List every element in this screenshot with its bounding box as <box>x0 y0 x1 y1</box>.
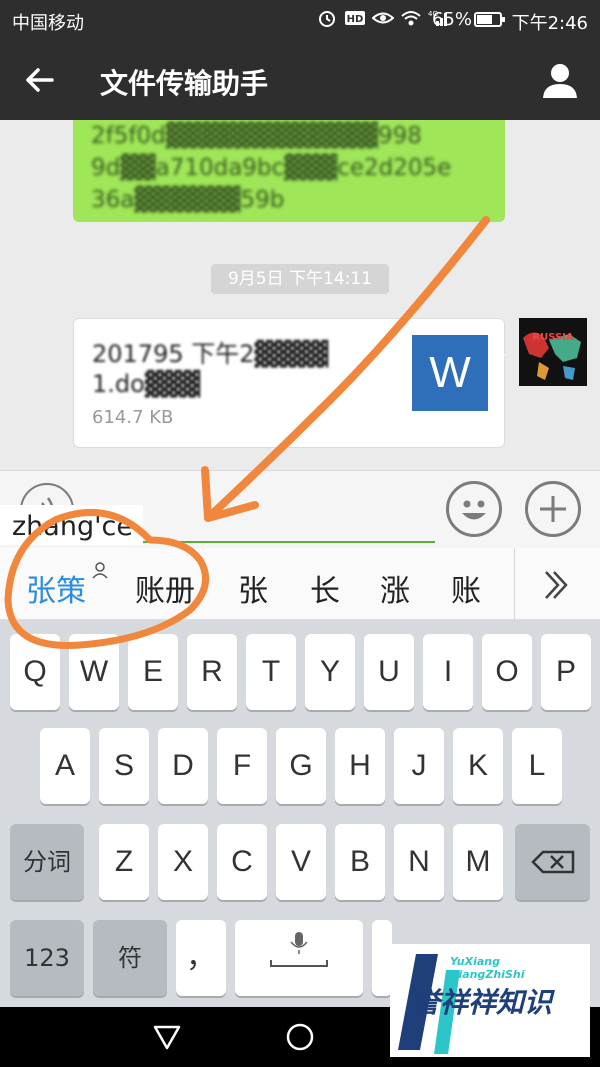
svg-text:RUSSIA: RUSSIA <box>532 332 573 343</box>
svg-text:HD: HD <box>347 14 364 25</box>
key-d[interactable]: D <box>158 728 208 804</box>
file-size: 614.7 KB <box>92 407 174 428</box>
contact-icon <box>92 562 108 579</box>
key-t[interactable]: T <box>246 634 296 710</box>
period-key[interactable] <box>372 920 392 996</box>
input-bar: zhang'ce <box>0 470 600 548</box>
status-icons: HD 4G <box>316 8 450 28</box>
home-circle-icon[interactable] <box>286 1023 314 1051</box>
plus-icon <box>540 496 566 522</box>
candidate-3[interactable]: 张 <box>238 566 268 610</box>
profile-icon[interactable] <box>540 60 580 100</box>
space-key[interactable] <box>235 920 363 996</box>
candidate-4[interactable]: 长 <box>310 566 340 610</box>
wifi-icon <box>401 11 421 26</box>
key-p[interactable]: P <box>541 634 591 710</box>
key-o[interactable]: O <box>482 634 532 710</box>
symbols-key[interactable]: 符 <box>93 920 167 996</box>
title-bar: 文件传输助手 <box>0 40 600 120</box>
more-button[interactable] <box>525 481 581 537</box>
word-file-icon: W <box>412 335 488 411</box>
backspace-icon <box>531 850 575 874</box>
fenci-key[interactable]: 分词 <box>10 824 84 900</box>
key-l[interactable]: L <box>512 728 562 804</box>
key-v[interactable]: V <box>276 824 326 900</box>
key-h[interactable]: H <box>335 728 385 804</box>
svg-text:誉祥祥知识: 誉祥祥知识 <box>412 986 555 1019</box>
file-name-line: 201795 下午2▓▓▓▓ <box>92 340 329 368</box>
clock: 下午2:46 <box>511 13 588 34</box>
battery-icon <box>474 12 505 27</box>
numbers-key[interactable]: 123 <box>10 920 84 996</box>
key-e[interactable]: E <box>128 634 178 710</box>
key-s[interactable]: S <box>99 728 149 804</box>
world-map-icon: RUSSIA <box>519 318 587 386</box>
key-x[interactable]: X <box>158 824 208 900</box>
file-name-line: 1.do▓▓▓ <box>92 370 201 398</box>
divider <box>514 548 515 620</box>
avatar[interactable]: RUSSIA <box>519 318 587 386</box>
message-line: 2f5f0d▓▓▓▓▓▓▓▓▓▓▓▓998 <box>91 123 422 149</box>
key-m[interactable]: M <box>453 824 503 900</box>
file-message-card[interactable]: 201795 下午2▓▓▓▓ 1.do▓▓▓ 614.7 KB W <box>73 318 505 448</box>
key-g[interactable]: G <box>276 728 326 804</box>
key-r[interactable]: R <box>187 634 237 710</box>
key-w[interactable]: W <box>69 634 119 710</box>
key-c[interactable]: C <box>217 824 267 900</box>
file-name: 201795 下午2▓▓▓▓ 1.do▓▓▓ <box>92 339 332 399</box>
key-j[interactable]: J <box>394 728 444 804</box>
carrier-label: 中国移动 <box>12 13 84 34</box>
watermark-graphic: YuXiang XiangZhiShi 誉祥祥知识 <box>390 944 590 1057</box>
chat-area[interactable]: 2f5f0d▓▓▓▓▓▓▓▓▓▓▓▓998 9d▓▓a710da9bc▓▓▓ce… <box>0 120 600 470</box>
chat-title: 文件传输助手 <box>100 67 269 100</box>
svg-text:YuXiang: YuXiang <box>450 955 500 968</box>
smiley-icon <box>462 500 486 520</box>
expand-candidates-icon[interactable] <box>540 568 570 602</box>
message-line: 9d▓▓a710da9bc▓▓▓ce2d205e <box>91 155 452 181</box>
key-f[interactable]: F <box>217 728 267 804</box>
back-arrow-icon[interactable] <box>22 62 58 98</box>
candidate-6[interactable]: 账 <box>451 566 481 610</box>
key-q[interactable]: Q <box>10 634 60 710</box>
candidate-5[interactable]: 涨 <box>380 566 410 610</box>
sent-message-bubble[interactable]: 2f5f0d▓▓▓▓▓▓▓▓▓▓▓▓998 9d▓▓a710da9bc▓▓▓ce… <box>73 120 505 222</box>
eye-icon <box>372 12 394 24</box>
key-k[interactable]: K <box>453 728 503 804</box>
svg-text:XiangZhiShi: XiangZhiShi <box>449 968 525 981</box>
back-triangle-icon[interactable] <box>152 1023 182 1051</box>
key-u[interactable]: U <box>364 634 414 710</box>
candidate-1[interactable]: 张策 <box>26 566 86 610</box>
candidate-2[interactable]: 账册 <box>135 566 195 610</box>
key-i[interactable]: I <box>423 634 473 710</box>
comma-key[interactable]: ， <box>176 920 226 996</box>
key-z[interactable]: Z <box>99 824 149 900</box>
watermark-logo: YuXiang XiangZhiShi 誉祥祥知识 <box>390 944 590 1057</box>
ime-candidate-bar: 张策 账册 张 长 涨 账 <box>0 548 600 620</box>
emoji-button[interactable] <box>446 481 502 537</box>
key-n[interactable]: N <box>394 824 444 900</box>
key-a[interactable]: A <box>40 728 90 804</box>
message-timestamp: 9月5日 下午14:11 <box>211 264 389 294</box>
alarm-icon <box>319 11 335 27</box>
battery-percent: 65% <box>431 9 472 30</box>
status-bar: 中国移动 HD 4G 65% 下午2:46 <box>0 0 600 40</box>
key-y[interactable]: Y <box>305 634 355 710</box>
message-line: 36a▓▓▓▓▓▓59b <box>91 187 285 213</box>
backspace-key[interactable] <box>515 824 590 900</box>
hd-icon: HD <box>345 11 365 25</box>
composing-text: zhang'ce <box>0 505 143 545</box>
key-b[interactable]: B <box>335 824 385 900</box>
microphone-icon <box>270 932 328 967</box>
